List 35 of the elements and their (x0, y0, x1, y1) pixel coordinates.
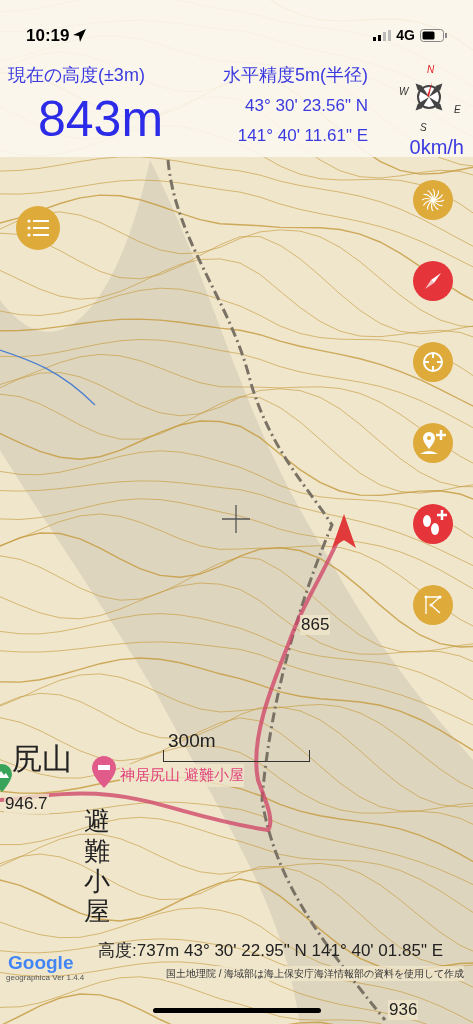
accuracy-label: 水平精度5m(半径) (223, 64, 368, 87)
google-logo: Google (8, 953, 74, 972)
compass-direction-label: S (420, 121, 427, 135)
network-label: 4G (396, 26, 415, 45)
spiral-icon (421, 188, 445, 212)
crosshair-icon (222, 505, 250, 533)
version-label: geographica Ver 1.4.4 (6, 973, 85, 984)
latitude-value: 43° 30' 23.56" N (245, 95, 368, 117)
compass-direction-label: N (427, 63, 435, 77)
battery-icon (420, 29, 447, 42)
route-icon (422, 594, 444, 616)
altitude-label: 現在の高度(±3m) (8, 64, 146, 87)
compass-direction-label: W (399, 85, 409, 99)
altitude-value: 843m (37, 90, 165, 149)
lodge-pin-icon (92, 756, 116, 788)
elevation-label: 936 (388, 1000, 419, 1020)
scale-label: 300m (168, 729, 216, 753)
crosshair-icon (421, 350, 445, 374)
add-pin-icon (418, 429, 448, 457)
poi-label: 神居尻山 避難小屋 (120, 764, 245, 787)
cursor-info: 高度:737m 43° 30' 22.95" N 141° 40' 01.85" E (98, 940, 443, 962)
elevation-label: 865 (300, 615, 331, 635)
status-time: 10:19 (26, 24, 70, 47)
place-label: 避難小屋 (84, 806, 111, 926)
list-icon (27, 219, 49, 237)
signal-icon (373, 30, 392, 41)
speed-value: 0km/h (409, 135, 464, 160)
compass-needle-icon (422, 270, 444, 292)
compass-direction-label: E (454, 103, 461, 117)
attribution-label: 国土地理院 / 海域部は海上保安庁海洋情報部の資料を使用して作成 (166, 966, 465, 981)
elevation-label: 946.7 (4, 794, 49, 814)
location-arrow-icon (332, 514, 356, 548)
location-arrow-icon (73, 29, 87, 42)
place-label: 尻山 (12, 742, 72, 776)
longitude-value: 141° 40' 11.61" E (237, 124, 368, 147)
